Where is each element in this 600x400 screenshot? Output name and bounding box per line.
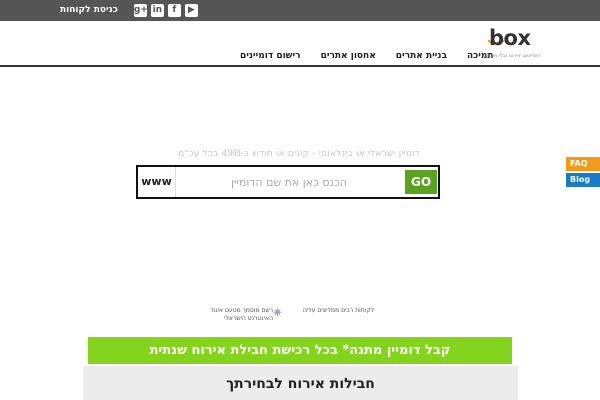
youtube-icon[interactable]: ▶ [184,3,198,17]
domain-search-input[interactable] [178,170,400,194]
banner-suffix: בכל רכישת חבילת אירוח שנתית [149,343,343,358]
top-links: כניסת לקוחות g+ in f ▶ [60,3,198,17]
logo-tagline: דומיינים, אירוח ובלי משחק [483,53,540,59]
banner-highlight: דומיין מתנה* [342,343,421,358]
faq-tab[interactable]: FAQ [566,157,600,171]
blog-tab[interactable]: Blog [566,173,600,187]
go-button[interactable]: GO [405,170,437,194]
logo-word: box [489,26,531,50]
site-header: רישום דומיינים אחסון אתרים בניית אתרים ת… [0,21,600,67]
nav-item-website-building[interactable]: בניית אתרים [396,51,447,61]
facebook-icon[interactable]: f [167,3,181,17]
hosting-packages-title: חבילות אירוח לבחירתך [226,376,375,392]
client-login-link[interactable]: כניסת לקוחות [60,3,118,17]
domain-search-box: www GO [136,165,440,199]
nav-item-domain-registration[interactable]: רישום דומיינים [240,51,301,61]
www-prefix: www [138,167,176,197]
nav-item-web-hosting[interactable]: אחסון אתרים [321,51,376,61]
linkedin-icon[interactable]: in [150,3,164,17]
googleplus-icon[interactable]: g+ [133,3,148,17]
star-icon: ✷ [272,306,283,321]
feature-recommended: לקוחות רבים ממליצים עלינו [302,307,374,314]
feature-certified-registrar: רשם מוסמך מטעם איגוד האינטרנט הישראלי [210,307,273,322]
hosting-packages-section: חבילות אירוח לבחירתך [83,366,518,400]
site-logo[interactable]: box דומיינים, אירוח ובלי משחק [480,26,542,62]
search-tagline: דומיין ישראלי או בינלאומי - קונים או חוד… [178,149,420,159]
main-nav: רישום דומיינים אחסון אתרים בניית אתרים ת… [240,51,494,61]
top-bar: כניסת לקוחות g+ in f ▶ [0,0,600,21]
banner-prefix: קבל [420,343,451,358]
free-domain-banner[interactable]: קבל דומיין מתנה* בכל רכישת חבילת אירוח ש… [88,337,512,364]
